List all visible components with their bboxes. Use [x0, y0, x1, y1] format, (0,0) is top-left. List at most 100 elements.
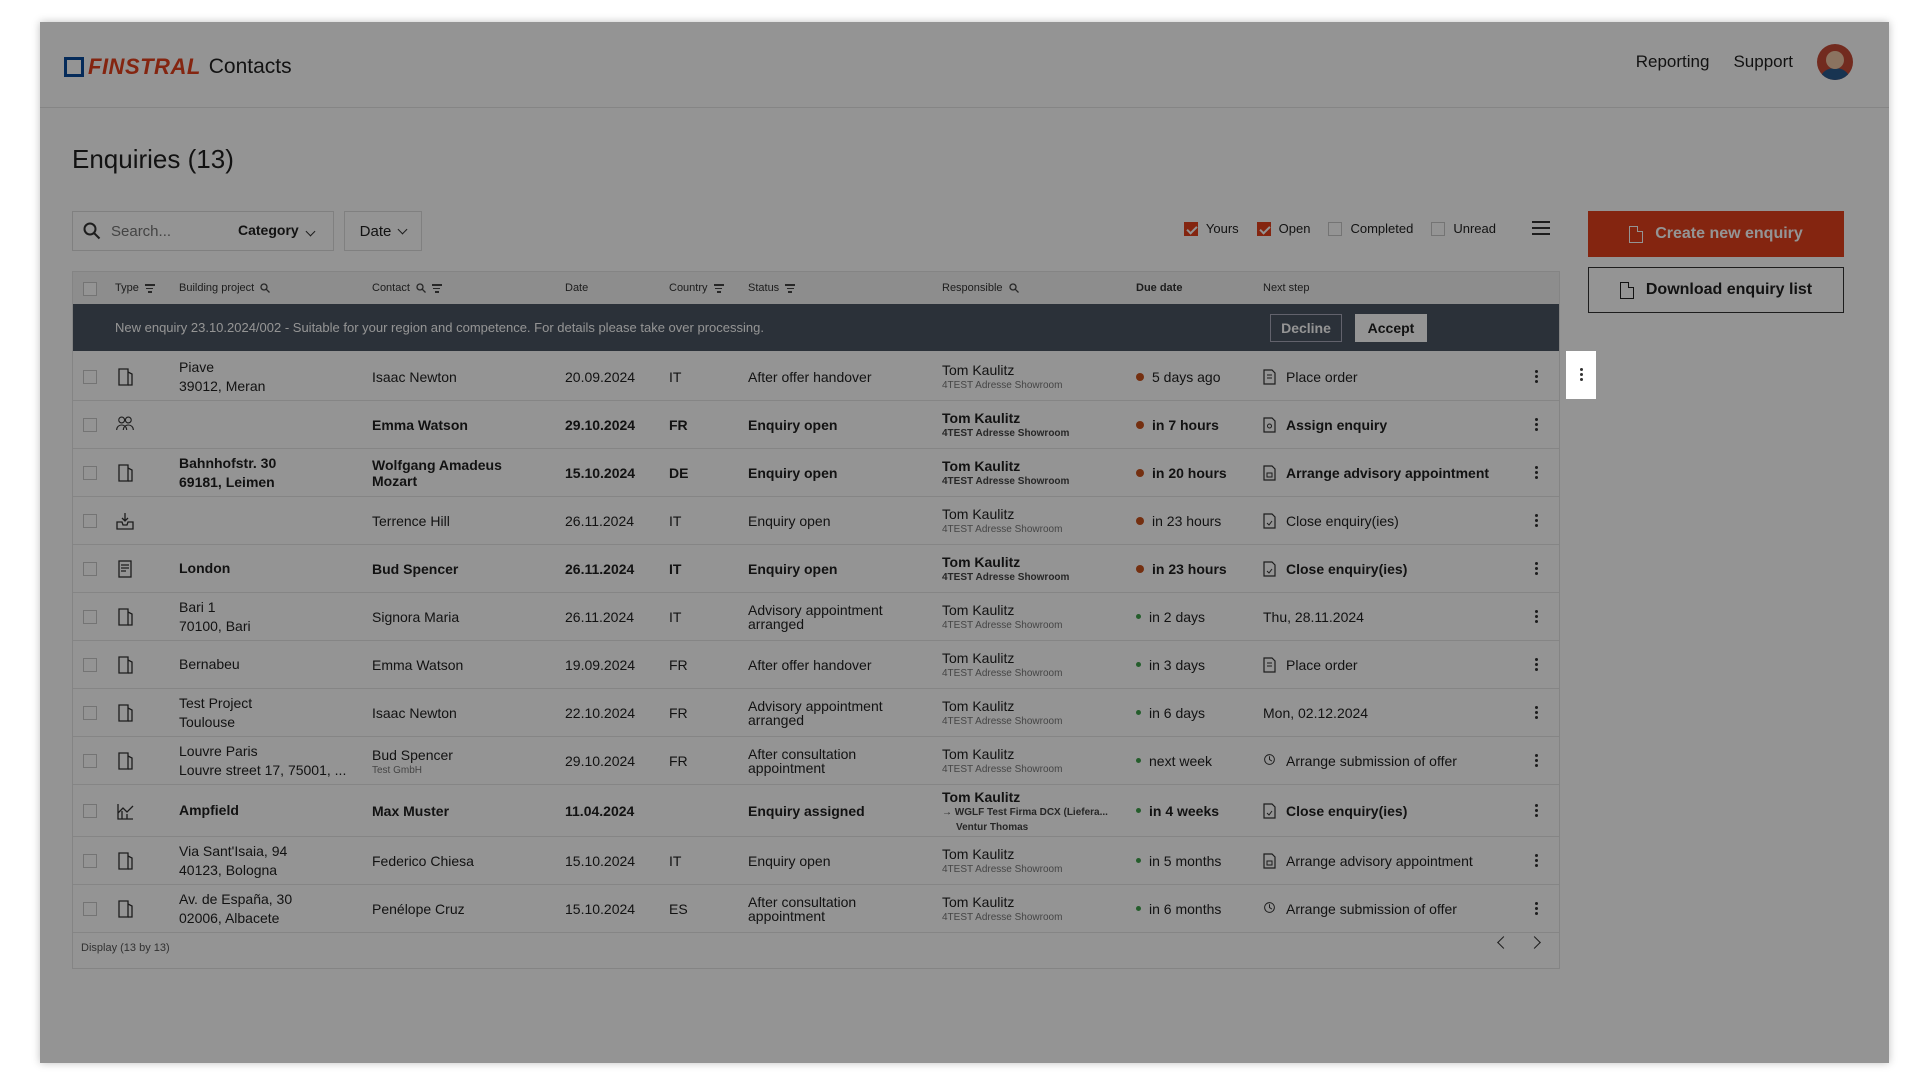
table-row[interactable]: Bahnhofstr. 30 69181, Leimen Wolfgang Amad…: [73, 449, 1559, 497]
row-menu-icon[interactable]: [1535, 706, 1538, 721]
next-step[interactable]: Arrange submission of offer: [1263, 753, 1457, 769]
row-checkbox[interactable]: [83, 465, 97, 480]
date: 29.10.2024: [565, 416, 636, 433]
decline-button[interactable]: Decline: [1270, 314, 1342, 342]
next-step[interactable]: Place order: [1263, 657, 1358, 673]
row-checkbox[interactable]: [83, 803, 97, 818]
completed-checkbox[interactable]: [1328, 221, 1343, 236]
nav-reporting[interactable]: Reporting: [1636, 52, 1710, 72]
next-step[interactable]: Arrange advisory appointment: [1263, 853, 1473, 869]
date-dropdown[interactable]: Date: [344, 211, 422, 251]
col-due-date[interactable]: Due date: [1136, 282, 1182, 294]
create-enquiry-button[interactable]: Create new enquiry: [1588, 211, 1844, 257]
next-step[interactable]: Assign enquiry: [1263, 417, 1387, 433]
chevron-right-icon[interactable]: [1528, 936, 1541, 949]
col-next-step[interactable]: Next step: [1263, 282, 1309, 294]
row-checkbox[interactable]: [83, 705, 97, 720]
row-menu-highlighted[interactable]: [1566, 351, 1596, 399]
col-type[interactable]: Type: [115, 282, 155, 294]
search-icon[interactable]: [416, 283, 426, 293]
filter-icon[interactable]: [785, 284, 796, 293]
row-checkbox[interactable]: [83, 417, 97, 432]
next-step[interactable]: Close enquiry(ies): [1263, 561, 1407, 577]
filter-icon[interactable]: [431, 284, 442, 293]
toggle-open[interactable]: Open: [1256, 221, 1310, 236]
row-menu-icon[interactable]: [1535, 562, 1538, 577]
contact: Signora Maria: [372, 609, 459, 625]
next-step[interactable]: Arrange submission of offer: [1263, 901, 1457, 917]
search-icon[interactable]: [1008, 283, 1019, 293]
row-menu-icon[interactable]: [1535, 902, 1538, 917]
nav-support[interactable]: Support: [1733, 52, 1793, 72]
table-row[interactable]: Bernabeu Emma Watson 19.09.2024 FR After off…: [73, 641, 1559, 689]
next-step[interactable]: Mon, 02.12.2024: [1263, 705, 1368, 721]
row-checkbox[interactable]: [83, 561, 97, 576]
table-row[interactable]: Ampfield Max Muster 11.04.2024 Enquiry assi…: [73, 785, 1559, 837]
download-enquiry-list-button[interactable]: Download enquiry list: [1588, 267, 1844, 313]
row-menu-icon[interactable]: [1535, 754, 1538, 769]
row-menu-icon[interactable]: [1535, 658, 1538, 673]
table-row[interactable]: Louvre Paris Louvre street 17, 75001, ...…: [73, 737, 1559, 785]
next-step[interactable]: Arrange advisory appointment: [1263, 465, 1489, 481]
row-menu-icon[interactable]: [1535, 514, 1538, 529]
col-label: Contact: [372, 282, 410, 294]
table-row[interactable]: Terrence Hill 26.11.2024 IT Enquiry open Tom…: [73, 497, 1559, 545]
logo[interactable]: FINSTRAL Contacts: [64, 54, 292, 80]
row-menu-icon[interactable]: [1535, 804, 1538, 819]
avatar[interactable]: [1817, 44, 1853, 80]
row-menu-icon[interactable]: [1535, 466, 1538, 481]
table-row[interactable]: Test Project Toulouse Isaac Newton 22.10.20…: [73, 689, 1559, 737]
row-menu-icon[interactable]: [1535, 854, 1538, 869]
accept-button[interactable]: Accept: [1355, 314, 1427, 342]
open-checkbox[interactable]: [1256, 221, 1271, 236]
row-menu-icon[interactable]: [1535, 610, 1538, 625]
row-menu-icon[interactable]: [1535, 370, 1538, 385]
search-icon[interactable]: [260, 283, 271, 293]
table-row[interactable]: Av. de España, 30 02006, Albacete Penélope…: [73, 885, 1559, 933]
filter-bar: Category Date Yours Open Completed Unrea…: [72, 211, 1558, 251]
table-row[interactable]: Bari 1 70100, Bari Signora Maria 26.11.2024…: [73, 593, 1559, 641]
col-responsible[interactable]: Responsible: [942, 282, 1019, 294]
status-dot: [1136, 808, 1141, 813]
row-menu-icon[interactable]: [1535, 418, 1538, 433]
filter-icon[interactable]: [144, 284, 155, 293]
col-date[interactable]: Date: [565, 282, 588, 294]
status-line: arranged: [748, 711, 805, 728]
row-checkbox[interactable]: [83, 753, 97, 768]
contact-name: Max Muster: [372, 802, 450, 819]
next-step[interactable]: Close enquiry(ies): [1263, 513, 1399, 529]
col-building-project[interactable]: Building project: [179, 282, 271, 294]
table-row[interactable]: Emma Watson 29.10.2024 FR Enquiry open Tom K…: [73, 401, 1559, 449]
yours-checkbox[interactable]: [1183, 221, 1198, 236]
row-checkbox[interactable]: [83, 513, 97, 528]
next-step-text: Assign enquiry: [1286, 416, 1388, 433]
col-country[interactable]: Country: [669, 282, 724, 294]
row-checkbox[interactable]: [83, 657, 97, 672]
due-date: in 2 days: [1136, 609, 1205, 625]
table-row[interactable]: Via Sant'Isaia, 94 40123, Bologna Federico…: [73, 837, 1559, 885]
row-checkbox[interactable]: [83, 853, 97, 868]
col-status[interactable]: Status: [748, 282, 796, 294]
row-checkbox[interactable]: [83, 369, 97, 384]
toggle-yours[interactable]: Yours: [1183, 221, 1239, 236]
toggle-label: Unread: [1453, 221, 1496, 236]
col-contact[interactable]: Contact: [372, 282, 442, 294]
row-checkbox[interactable]: [83, 901, 97, 916]
row-checkbox[interactable]: [83, 609, 97, 624]
table-row[interactable]: London Bud Spencer 26.11.2024 IT Enquiry ope…: [73, 545, 1559, 593]
next-step[interactable]: Place order: [1263, 369, 1358, 385]
filter-icon[interactable]: [713, 284, 724, 293]
search-box[interactable]: Category: [72, 211, 334, 251]
toggle-completed[interactable]: Completed: [1328, 221, 1413, 236]
column-menu-icon[interactable]: [1532, 221, 1550, 237]
chevron-left-icon[interactable]: [1497, 936, 1510, 949]
category-dropdown[interactable]: Category: [238, 222, 316, 238]
search-input[interactable]: [109, 221, 223, 241]
toggle-unread[interactable]: Unread: [1431, 221, 1496, 236]
table-row[interactable]: Piave 39012, Meran Isaac Newton 20.09.2024 I…: [73, 353, 1559, 401]
responsible-location: 4TEST Adresse Showroom: [942, 427, 1070, 439]
next-step[interactable]: Close enquiry(ies): [1263, 803, 1407, 819]
select-all-checkbox[interactable]: [83, 282, 97, 296]
next-step[interactable]: Thu, 28.11.2024: [1263, 609, 1364, 625]
unread-checkbox[interactable]: [1431, 221, 1446, 236]
